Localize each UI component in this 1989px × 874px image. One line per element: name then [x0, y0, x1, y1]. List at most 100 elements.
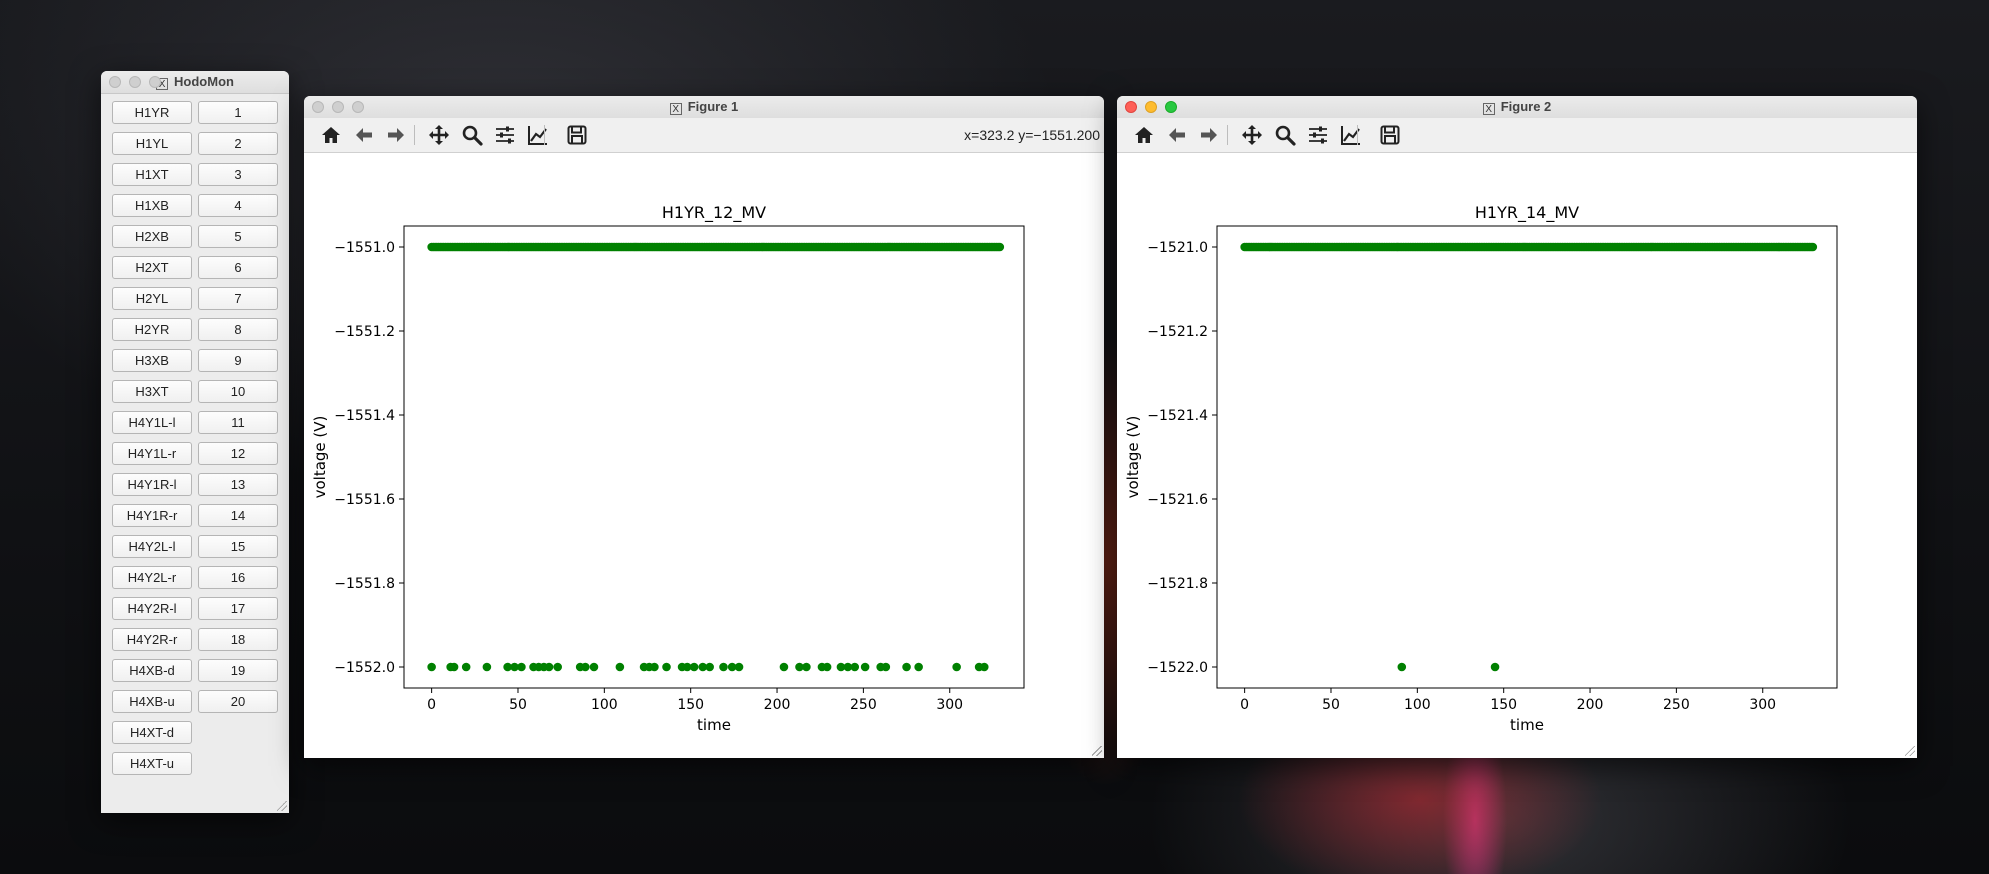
x-tick-label: 250 — [850, 697, 877, 713]
home-icon[interactable] — [318, 123, 344, 147]
number-button-6[interactable]: 6 — [198, 256, 278, 279]
data-point — [952, 662, 961, 672]
channel-button-h4y2r-r[interactable]: H4Y2R-r — [112, 628, 192, 651]
number-button-11[interactable]: 11 — [198, 411, 278, 434]
resize-grip-icon[interactable] — [1905, 746, 1915, 756]
number-button-14[interactable]: 14 — [198, 504, 278, 527]
channel-button-h2yl[interactable]: H2YL — [112, 287, 192, 310]
y-tick-label: −1551.4 — [334, 408, 395, 424]
x-tick-label: 50 — [509, 697, 527, 713]
figure1-window: X Figure 1 x=323.2 y=−1551.200 H1YR_12_MV… — [304, 96, 1104, 758]
maximize-icon[interactable] — [1165, 101, 1177, 113]
close-icon[interactable] — [1125, 101, 1137, 113]
channel-button-h3xb[interactable]: H3XB — [112, 349, 192, 372]
channel-button-h4y1l-r[interactable]: H4Y1L-r — [112, 442, 192, 465]
channel-button-h4y2l-l[interactable]: H4Y2L-l — [112, 535, 192, 558]
number-button-5[interactable]: 5 — [198, 225, 278, 248]
close-icon[interactable] — [109, 76, 121, 88]
channel-button-h4xt-d[interactable]: H4XT-d — [112, 721, 192, 744]
number-button-7[interactable]: 7 — [198, 287, 278, 310]
channel-button-h4y2l-r[interactable]: H4Y2L-r — [112, 566, 192, 589]
home-icon[interactable] — [1131, 123, 1157, 147]
number-button-2[interactable]: 2 — [198, 132, 278, 155]
zoom-icon[interactable] — [1272, 123, 1298, 147]
back-icon[interactable] — [1164, 123, 1190, 147]
data-point — [902, 662, 911, 672]
zoom-icon[interactable] — [459, 123, 485, 147]
back-icon[interactable] — [351, 123, 377, 147]
maximize-icon[interactable] — [149, 76, 161, 88]
number-button-17[interactable]: 17 — [198, 597, 278, 620]
number-button-18[interactable]: 18 — [198, 628, 278, 651]
minimize-icon[interactable] — [1145, 101, 1157, 113]
channel-button-h4y2r-l[interactable]: H4Y2R-l — [112, 597, 192, 620]
hodomon-titlebar[interactable]: X HodoMon — [101, 71, 289, 94]
channel-button-h2xb[interactable]: H2XB — [112, 225, 192, 248]
maximize-icon[interactable] — [352, 101, 364, 113]
close-icon[interactable] — [312, 101, 324, 113]
data-point — [822, 662, 832, 672]
edit-axes-icon[interactable] — [1338, 123, 1364, 147]
data-point — [705, 662, 714, 672]
channel-button-h4y1r-l[interactable]: H4Y1R-l — [112, 473, 192, 496]
channel-button-h3xt[interactable]: H3XT — [112, 380, 192, 403]
channel-button-h2yr[interactable]: H2YR — [112, 318, 192, 341]
pan-icon[interactable] — [426, 123, 452, 147]
x-tick-label: 300 — [1749, 697, 1776, 713]
figure2-titlebar[interactable]: X Figure 2 — [1117, 96, 1917, 119]
x-tick-label: 100 — [1404, 697, 1431, 713]
minimize-icon[interactable] — [129, 76, 141, 88]
channel-button-h4xb-u[interactable]: H4XB-u — [112, 690, 192, 713]
figure1-plot[interactable]: H1YR_12_MV 0 50 100 150 200 250 300 −1551.0 −1551… — [304, 153, 1104, 758]
figure2-plot[interactable]: H1YR_14_MV 0 50 100 150 200 250 300 −1521.0 −1521… — [1117, 153, 1917, 758]
number-button-1[interactable]: 1 — [198, 101, 278, 124]
number-button-15[interactable]: 15 — [198, 535, 278, 558]
channel-button-h4xt-u[interactable]: H4XT-u — [112, 752, 192, 775]
number-button-9[interactable]: 9 — [198, 349, 278, 372]
resize-grip-icon[interactable] — [277, 801, 287, 811]
channel-button-h1yr[interactable]: H1YR — [112, 101, 192, 124]
channel-button-h1xt[interactable]: H1XT — [112, 163, 192, 186]
number-button-10[interactable]: 10 — [198, 380, 278, 403]
figure2-toolbar — [1117, 118, 1917, 153]
window-controls — [312, 101, 364, 113]
channel-button-h4y1l-l[interactable]: H4Y1L-l — [112, 411, 192, 434]
channel-button-h2xt[interactable]: H2XT — [112, 256, 192, 279]
save-icon[interactable] — [564, 123, 590, 147]
data-point — [914, 662, 923, 672]
data-point — [1397, 662, 1407, 672]
forward-icon[interactable] — [1196, 123, 1222, 147]
number-button-19[interactable]: 19 — [198, 659, 278, 682]
toolbar-separator — [1227, 125, 1228, 145]
data-point — [979, 662, 989, 672]
x-tick-label: 300 — [936, 697, 963, 713]
save-icon[interactable] — [1377, 123, 1403, 147]
plot-area[interactable] — [403, 225, 1025, 689]
data-point — [581, 662, 590, 672]
x-tick-label: 250 — [1663, 697, 1690, 713]
edit-axes-icon[interactable] — [525, 123, 551, 147]
chart-title: H1YR_12_MV — [662, 203, 766, 223]
y-tick-label: −1551.0 — [334, 240, 395, 256]
number-button-8[interactable]: 8 — [198, 318, 278, 341]
number-button-3[interactable]: 3 — [198, 163, 278, 186]
subplots-icon[interactable] — [1305, 123, 1331, 147]
subplots-icon[interactable] — [492, 123, 518, 147]
data-point — [615, 662, 625, 672]
y-axis-label: voltage (V) — [1124, 416, 1142, 499]
minimize-icon[interactable] — [332, 101, 344, 113]
pan-icon[interactable] — [1239, 123, 1265, 147]
plot-area[interactable] — [1216, 225, 1838, 689]
number-button-20[interactable]: 20 — [198, 690, 278, 713]
channel-button-h4xb-d[interactable]: H4XB-d — [112, 659, 192, 682]
forward-icon[interactable] — [383, 123, 409, 147]
number-button-16[interactable]: 16 — [198, 566, 278, 589]
number-button-4[interactable]: 4 — [198, 194, 278, 217]
resize-grip-icon[interactable] — [1092, 746, 1102, 756]
channel-button-h1yl[interactable]: H1YL — [112, 132, 192, 155]
figure1-titlebar[interactable]: X Figure 1 — [304, 96, 1104, 119]
channel-button-h4y1r-r[interactable]: H4Y1R-r — [112, 504, 192, 527]
channel-button-h1xb[interactable]: H1XB — [112, 194, 192, 217]
number-button-13[interactable]: 13 — [198, 473, 278, 496]
number-button-12[interactable]: 12 — [198, 442, 278, 465]
